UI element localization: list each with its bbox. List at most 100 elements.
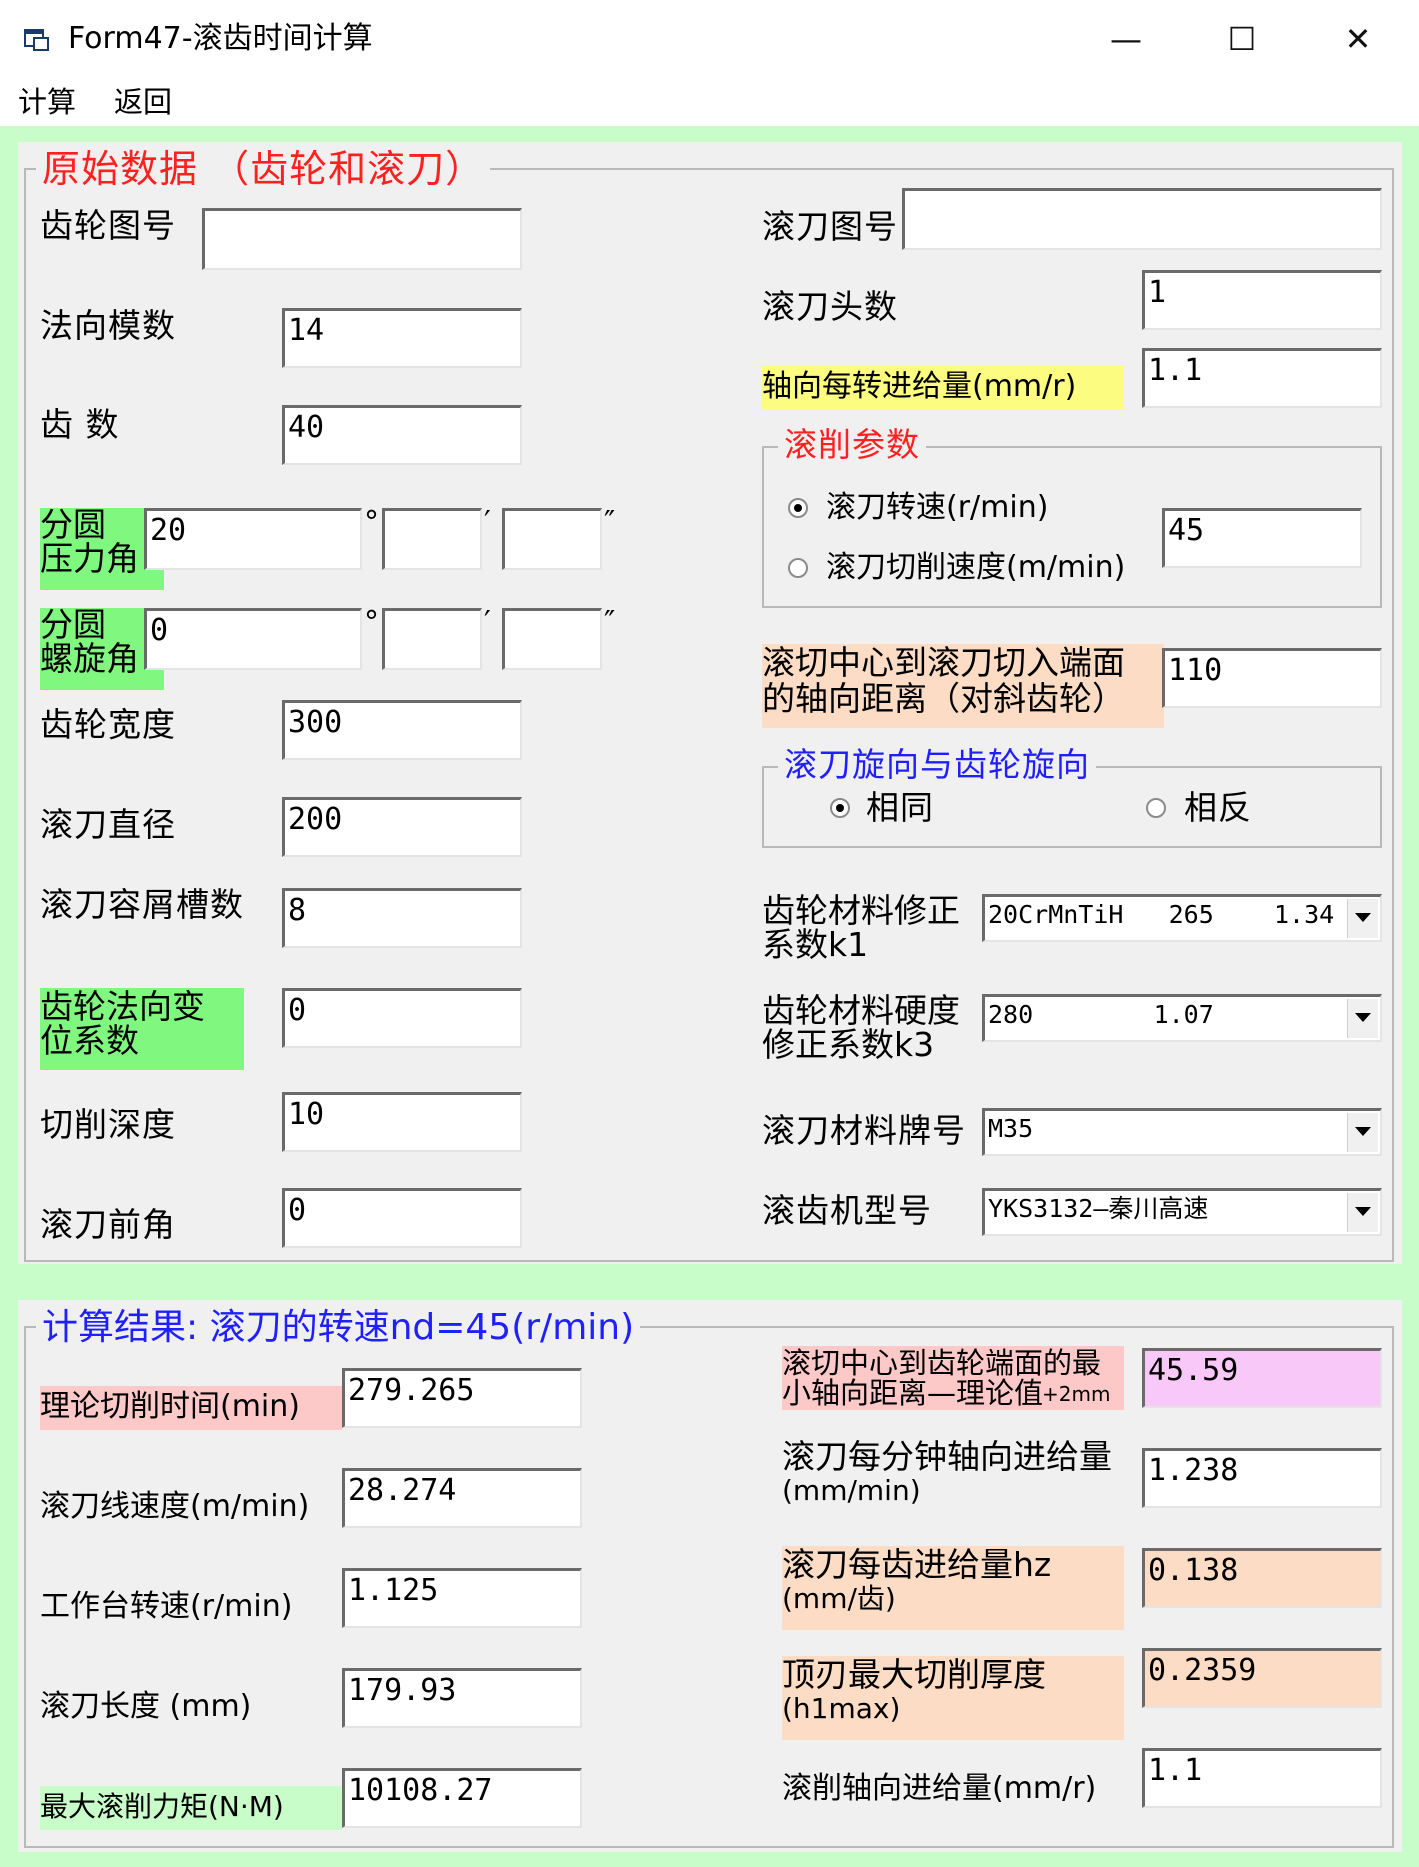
helix-angle-label-1: 分圆 bbox=[40, 605, 106, 644]
machine-value: YKS3132—秦川高速 bbox=[988, 1194, 1209, 1223]
h1max-label-2: (h1max) bbox=[782, 1692, 901, 1725]
minimize-icon: — bbox=[1110, 20, 1142, 58]
k3-select[interactable]: 280 1.07 bbox=[982, 994, 1382, 1042]
feed-field[interactable]: 1.1 bbox=[1142, 348, 1382, 408]
hob-flutes-field[interactable]: 8 bbox=[282, 888, 522, 948]
radio-same-label: 相同 bbox=[866, 788, 934, 827]
machine-label: 滚齿机型号 bbox=[762, 1191, 932, 1230]
feed-per-min-label-1: 滚刀每分钟轴向进给量 bbox=[782, 1437, 1112, 1476]
gear-width-label: 齿轮宽度 bbox=[40, 705, 176, 744]
chevron-down-icon[interactable] bbox=[1347, 999, 1378, 1038]
close-button[interactable]: ✕ bbox=[1300, 8, 1416, 70]
pressure-angle-deg-field[interactable]: 20 bbox=[144, 508, 362, 570]
k1-label-1: 齿轮材料修正 bbox=[762, 891, 960, 930]
approach-field[interactable]: 110 bbox=[1162, 648, 1382, 708]
helix-angle-deg-field[interactable]: 0 bbox=[144, 608, 362, 670]
feed-per-min-field[interactable]: 1.238 bbox=[1142, 1448, 1382, 1508]
hob-no-field[interactable] bbox=[902, 188, 1382, 250]
cut-depth-field[interactable]: 10 bbox=[282, 1092, 522, 1152]
feed-label: 轴向每转进给量(mm/r) bbox=[762, 369, 1077, 404]
radio-opposite-label: 相反 bbox=[1184, 788, 1252, 827]
torque-label: 最大滚削力矩(N·M) bbox=[40, 1790, 284, 1823]
pressure-deg-symbol: ° bbox=[364, 505, 379, 540]
maximize-button[interactable]: ☐ bbox=[1184, 8, 1300, 70]
helix-deg-symbol: ° bbox=[364, 605, 379, 640]
gear-width-field[interactable]: 300 bbox=[282, 700, 522, 760]
gear-no-field[interactable] bbox=[202, 208, 522, 270]
helix-sec-symbol: ″ bbox=[604, 605, 616, 640]
radio-cut-velocity[interactable] bbox=[788, 558, 808, 578]
k1-select[interactable]: 20CrMnTiH 265 1.34 bbox=[982, 894, 1382, 942]
rake-angle-label: 滚刀前角 bbox=[40, 1205, 176, 1244]
hob-flutes-label: 滚刀容屑槽数 bbox=[40, 885, 244, 924]
k3-select-value: 280 1.07 bbox=[988, 1000, 1214, 1029]
chevron-down-icon[interactable] bbox=[1347, 1113, 1378, 1152]
hob-dia-label: 滚刀直径 bbox=[40, 805, 176, 844]
teeth-field[interactable]: 40 bbox=[282, 405, 522, 465]
rake-angle-field[interactable]: 0 bbox=[282, 1188, 522, 1248]
menu-back[interactable]: 返回 bbox=[114, 82, 172, 122]
hob-length-label: 滚刀长度 (mm) bbox=[40, 1689, 252, 1724]
hob-material-label: 滚刀材料牌号 bbox=[762, 1111, 966, 1150]
k3-label-1: 齿轮材料硬度 bbox=[762, 991, 960, 1030]
close-icon: ✕ bbox=[1344, 20, 1372, 58]
hz-label-2: (mm/齿) bbox=[782, 1582, 896, 1615]
window-title: Form47-滚齿时间计算 bbox=[68, 21, 373, 56]
menu-calc[interactable]: 计算 bbox=[18, 82, 76, 122]
h1max-label-1: 顶刃最大切削厚度 bbox=[782, 1655, 1046, 1694]
cut-param-field[interactable]: 45 bbox=[1162, 508, 1362, 568]
source-group-legend: 原始数据 （齿轮和滚刀） bbox=[36, 147, 491, 191]
cut-depth-label: 切削深度 bbox=[40, 1105, 176, 1144]
hob-speed-field[interactable]: 28.274 bbox=[342, 1468, 582, 1528]
hob-material-select[interactable]: M35 bbox=[982, 1108, 1382, 1156]
hob-speed-label: 滚刀线速度(m/min) bbox=[40, 1489, 310, 1524]
minimize-button[interactable]: — bbox=[1068, 8, 1184, 70]
shift-coef-label-1: 齿轮法向变 bbox=[40, 987, 205, 1026]
approach-label-1: 滚切中心到滚刀切入端面 bbox=[762, 643, 1125, 682]
axial-feed-field[interactable]: 1.1 bbox=[1142, 1748, 1382, 1808]
helix-angle-label-2: 螺旋角 bbox=[40, 639, 139, 678]
helix-min-symbol: ′ bbox=[484, 605, 491, 640]
hob-starts-label: 滚刀头数 bbox=[762, 287, 898, 326]
cut-params-legend: 滚削参数 bbox=[778, 426, 926, 464]
module-label: 法向模数 bbox=[40, 306, 176, 345]
hob-no-label: 滚刀图号 bbox=[762, 207, 898, 246]
pressure-angle-min-field[interactable] bbox=[382, 508, 482, 570]
hob-starts-field[interactable]: 1 bbox=[1142, 270, 1382, 330]
radio-cut-velocity-label: 滚刀切削速度(m/min) bbox=[826, 550, 1126, 585]
min-dist-field[interactable]: 45.59 bbox=[1142, 1348, 1382, 1408]
pressure-angle-label-1: 分圆 bbox=[40, 505, 106, 544]
helix-angle-min-field[interactable] bbox=[382, 608, 482, 670]
table-speed-field[interactable]: 1.125 bbox=[342, 1568, 582, 1628]
helix-angle-sec-field[interactable] bbox=[502, 608, 602, 670]
k1-label-2: 系数k1 bbox=[762, 925, 869, 964]
feed-per-min-label-2: (mm/min) bbox=[782, 1474, 921, 1507]
hob-dia-field[interactable]: 200 bbox=[282, 797, 522, 857]
machine-select[interactable]: YKS3132—秦川高速 bbox=[982, 1188, 1382, 1236]
radio-opposite-direction[interactable] bbox=[1146, 798, 1166, 818]
axial-feed-label: 滚削轴向进给量(mm/r) bbox=[782, 1771, 1097, 1806]
chevron-down-icon[interactable] bbox=[1347, 899, 1378, 938]
result-group-legend: 计算结果: 滚刀的转速nd=45(r/min) bbox=[36, 1306, 641, 1350]
gear-no-label: 齿轮图号 bbox=[40, 206, 176, 245]
cut-time-field[interactable]: 279.265 bbox=[342, 1368, 582, 1428]
k1-select-value: 20CrMnTiH 265 1.34 bbox=[988, 900, 1335, 929]
radio-hob-speed[interactable] bbox=[788, 498, 808, 518]
teeth-label: 齿 数 bbox=[40, 405, 120, 444]
pressure-angle-sec-field[interactable] bbox=[502, 508, 602, 570]
hob-material-value: M35 bbox=[988, 1114, 1034, 1143]
module-field[interactable]: 14 bbox=[282, 308, 522, 368]
h1max-field[interactable]: 0.2359 bbox=[1142, 1648, 1382, 1708]
torque-field[interactable]: 10108.27 bbox=[342, 1768, 582, 1828]
hz-field[interactable]: 0.138 bbox=[1142, 1548, 1382, 1608]
shift-coef-field[interactable]: 0 bbox=[282, 988, 522, 1048]
menu-bar bbox=[0, 78, 1419, 126]
shift-coef-label-2: 位系数 bbox=[40, 1021, 139, 1060]
hob-length-field[interactable]: 179.93 bbox=[342, 1668, 582, 1728]
k3-label-2: 修正系数k3 bbox=[762, 1025, 935, 1064]
radio-same-direction[interactable] bbox=[830, 798, 850, 818]
chevron-down-icon[interactable] bbox=[1347, 1193, 1378, 1232]
maximize-icon: ☐ bbox=[1227, 20, 1257, 58]
min-dist-label-2: 小轴向距离—理论值 bbox=[782, 1376, 1044, 1410]
min-dist-suffix: +2mm bbox=[1042, 1382, 1111, 1406]
